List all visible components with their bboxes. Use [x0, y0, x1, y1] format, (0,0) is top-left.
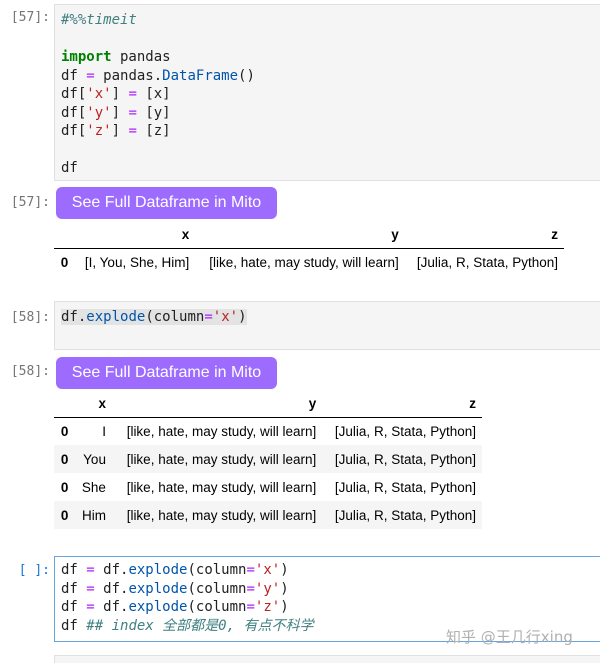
- table-row: 0 She [like, hate, may study, will learn] […: [54, 473, 482, 501]
- see-full-dataframe-button[interactable]: See Full Dataframe in Mito: [56, 187, 277, 219]
- table-cell: [like, hate, may study, will learn]: [111, 501, 323, 529]
- table-cell: Him: [74, 501, 112, 529]
- code-line: df.explode(column='x'): [61, 309, 247, 325]
- input-prompt-active: [ ]:: [18, 563, 50, 578]
- input-prompt-57: [57]:: [10, 10, 50, 25]
- table-header-row: xyz: [54, 391, 482, 418]
- row-index: 0: [54, 501, 75, 529]
- row-index: 0: [60, 479, 69, 495]
- table-cell: [I, You, She, Him]: [84, 254, 190, 270]
- see-full-dataframe-button[interactable]: See Full Dataframe in Mito: [56, 357, 277, 389]
- code-line: import pandas: [61, 49, 171, 65]
- dataframe-output-58: x y z 0 I [like, hate, may study, will learn]…: [54, 391, 482, 529]
- row-index: 0: [60, 254, 69, 270]
- code-line: #%%timeit: [61, 12, 137, 28]
- output-prompt-57: [57]:: [10, 195, 50, 210]
- column-header: x: [74, 391, 112, 418]
- output-prompt-58: [58]:: [10, 364, 50, 379]
- row-index: 0: [54, 445, 75, 473]
- column-header: x: [74, 222, 196, 249]
- table-cell: [like, hate, may study, will learn]: [111, 445, 323, 473]
- column-header: y: [111, 391, 323, 418]
- code-cell-next[interactable]: [54, 655, 600, 663]
- table-cell: You: [74, 445, 112, 473]
- table-row: 0 Him [like, hate, may study, will learn][…: [54, 501, 482, 529]
- column-header: y: [195, 222, 405, 249]
- column-header: z: [322, 391, 482, 418]
- table-cell: [Julia, R, Stata, Python]: [416, 254, 558, 270]
- table-cell: I: [102, 423, 106, 439]
- code-cell-57[interactable]: #%%timeit import pandas df = pandas.Data…: [54, 4, 600, 181]
- code-line: df = df.explode(column='x'): [61, 562, 289, 578]
- code-line: df['y'] = [y]: [61, 104, 171, 121]
- code-cell-58[interactable]: df.explode(column='x'): [54, 301, 600, 350]
- watermark: 知乎 @王几行xing: [446, 628, 573, 646]
- table-cell: [Julia, R, Stata, Python]: [334, 423, 476, 439]
- code-line: df = df.explode(column='y'): [61, 580, 289, 597]
- table-row: 0 [I, You, She, Him] [like, hate, may stud…: [54, 248, 564, 276]
- row-index: 0: [60, 423, 69, 439]
- input-prompt-58: [58]:: [10, 310, 50, 325]
- table-cell: [like, hate, may study, will learn]: [126, 423, 317, 439]
- code-line: df = pandas.DataFrame(): [61, 67, 255, 84]
- table-row: 0 You [like, hate, may study, will learn][…: [54, 445, 482, 473]
- code-line: df = df.explode(column='z'): [61, 599, 289, 615]
- code-line: df: [61, 160, 78, 176]
- table-cell: [Julia, R, Stata, Python]: [322, 501, 482, 529]
- code-line: df['z'] = [z]: [61, 123, 171, 139]
- code-line: df ## index 全部都是0, 有点不科学: [61, 617, 314, 634]
- code-line: df['x'] = [x]: [61, 86, 171, 102]
- table-header-row: xyz: [54, 222, 564, 249]
- table-cell: [Julia, R, Stata, Python]: [322, 445, 482, 473]
- column-header: [54, 391, 75, 418]
- table-cell: [like, hate, may study, will learn]: [209, 254, 399, 270]
- column-header: [54, 222, 75, 249]
- table-row: 0 I [like, hate, may study, will learn] [Ju…: [54, 417, 482, 445]
- table-cell: [Julia, R, Stata, Python]: [334, 479, 476, 495]
- column-header: z: [404, 222, 564, 249]
- dataframe-output-57: x y z 0 [I, You, She, Him] [like, hate, may s…: [54, 222, 564, 276]
- table-cell: She: [81, 479, 106, 495]
- table-cell: [like, hate, may study, will learn]: [126, 479, 317, 495]
